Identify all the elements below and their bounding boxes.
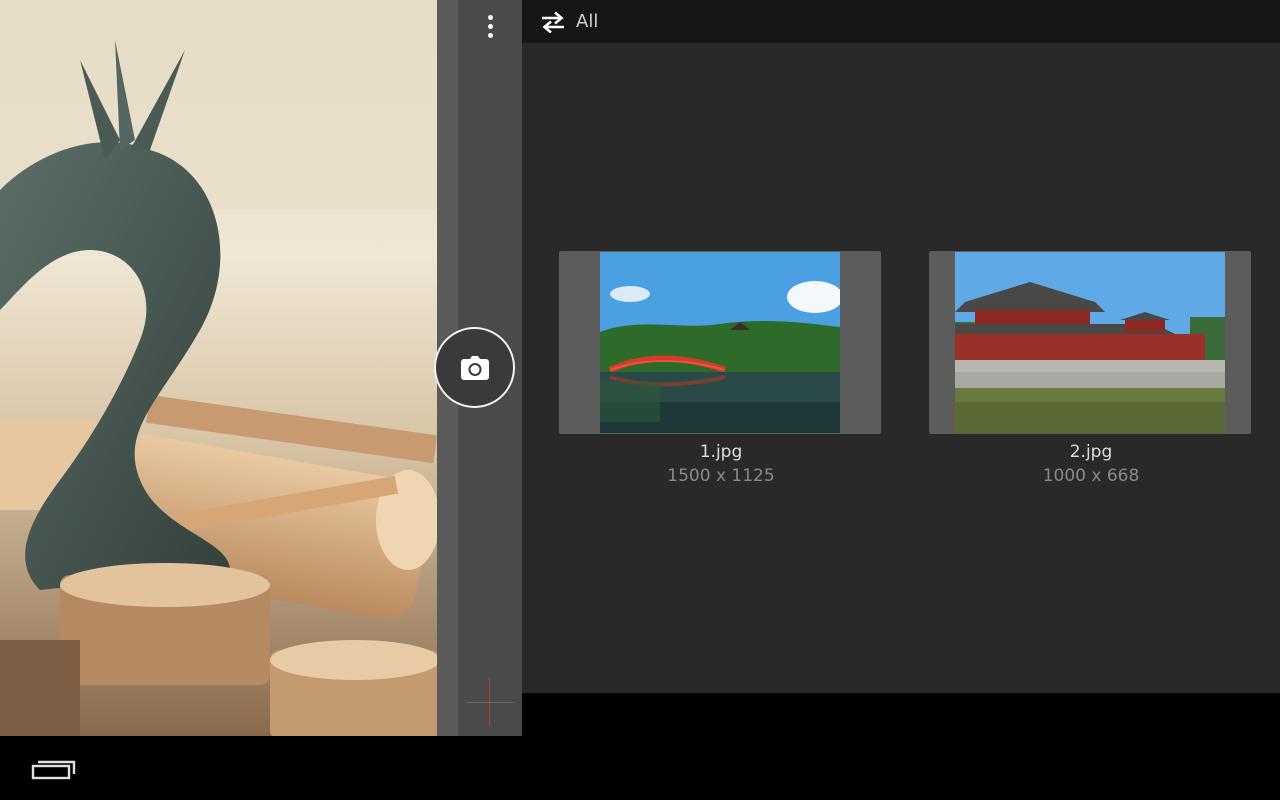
dragon-photo (0, 0, 437, 736)
temple-image (955, 252, 1225, 433)
gallery-item[interactable]: 1.jpg 1500 x 1125 (559, 251, 883, 486)
filter-selector[interactable]: All (540, 0, 598, 43)
thumbnail-image (600, 252, 840, 433)
top-bar: All (522, 0, 1280, 43)
recent-apps-button[interactable] (30, 756, 78, 782)
recent-apps-icon (31, 760, 76, 780)
item-name: 1.jpg (699, 442, 743, 462)
gallery-panel: 1.jpg 1500 x 1125 2.jpg 1000 x 668 (522, 43, 1280, 693)
panel-footer (522, 693, 1280, 736)
overflow-menu-icon[interactable] (478, 10, 502, 42)
crosshair-v (489, 678, 490, 726)
thumbnail-frame (929, 251, 1251, 434)
camera-button[interactable] (434, 327, 515, 408)
gallery-item[interactable]: 2.jpg 1000 x 668 (929, 251, 1253, 486)
camera-icon (460, 355, 489, 380)
item-dimensions: 1000 x 668 (1042, 466, 1140, 486)
system-nav-bar (0, 736, 1280, 800)
garden-bridge-image (600, 252, 840, 433)
thumbnail-image (955, 252, 1225, 433)
app-root: All 1.jpg 1500 x 1125 2.jpg 1000 x 668 (0, 0, 1280, 800)
add-crosshair[interactable] (466, 678, 514, 726)
swap-arrows-icon (542, 11, 564, 33)
item-dimensions: 1500 x 1125 (667, 466, 775, 486)
filter-label: All (576, 11, 599, 32)
item-name: 2.jpg (1069, 442, 1113, 462)
crosshair-h (466, 702, 514, 703)
thumbnail-frame (559, 251, 881, 434)
photo-viewer[interactable] (0, 0, 437, 736)
